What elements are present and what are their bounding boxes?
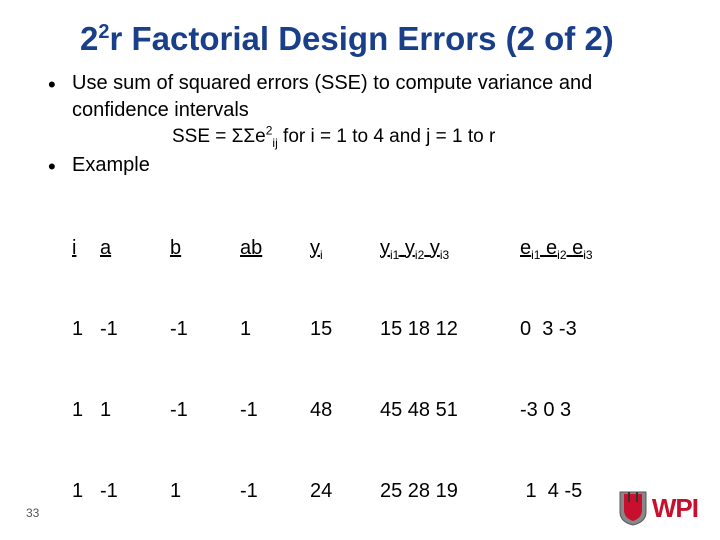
col-e: ei1 ei2 ei3 <box>520 235 660 262</box>
t: y <box>430 237 440 259</box>
col-ab: ab <box>240 235 310 262</box>
table-row: 1 -1 -1 1 15 15 18 12 0 3 -3 <box>72 316 690 343</box>
t: for i = 1 to 4 and j = 1 to r <box>278 126 496 147</box>
shield-icon <box>618 490 648 526</box>
logo-text: WPI <box>652 493 698 524</box>
cell: 1 <box>100 397 170 424</box>
cell: 48 <box>310 397 380 424</box>
t: i3 <box>583 248 592 262</box>
cell: 1 <box>72 316 100 343</box>
bullet-example: Example <box>40 152 690 179</box>
cell: 1 <box>72 478 100 505</box>
t: i <box>320 248 323 262</box>
cell: 1 <box>240 316 310 343</box>
col-i: i <box>72 235 100 262</box>
cell: 15 <box>310 316 380 343</box>
cell: -1 <box>170 397 240 424</box>
col-b: b <box>170 235 240 262</box>
t: e <box>520 237 531 259</box>
t: i1 <box>531 248 540 262</box>
t: i2 <box>557 248 566 262</box>
table-row: 1 1 -1 -1 48 45 48 51 -3 0 3 <box>72 397 690 424</box>
col-yi: yi1 yi2 yi3 <box>380 235 520 262</box>
col-y: yi <box>310 235 380 262</box>
text: Use sum of squared errors (SSE) to compu… <box>72 72 592 121</box>
slide: 22r Factorial Design Errors (2 of 2) Use… <box>0 0 720 540</box>
sse-formula: SSE = ΣΣe2ij for i = 1 to 4 and j = 1 to… <box>172 124 690 150</box>
bullet-list: Use sum of squared errors (SSE) to compu… <box>40 70 690 179</box>
title-pre: 2 <box>80 20 98 57</box>
t: y <box>405 237 415 259</box>
t: y <box>380 237 390 259</box>
cell: 24 <box>310 478 380 505</box>
t: i1 <box>390 248 399 262</box>
cell: 1 <box>170 478 240 505</box>
cell: -1 <box>100 478 170 505</box>
cell: 15 18 12 <box>380 316 520 343</box>
cell: 1 <box>72 397 100 424</box>
t: e <box>546 237 557 259</box>
t: i3 <box>440 248 449 262</box>
slide-body: Use sum of squared errors (SSE) to compu… <box>40 70 690 540</box>
cell: 45 48 51 <box>380 397 520 424</box>
table-header: i a b ab yi yi1 yi2 yi3 ei1 ei2 ei3 <box>72 235 690 262</box>
t: y <box>310 237 320 259</box>
page-number: 33 <box>26 506 39 520</box>
title-post: r Factorial Design Errors (2 of 2) <box>109 20 613 57</box>
cell: 25 28 19 <box>380 478 520 505</box>
t: e <box>572 237 583 259</box>
data-table: i a b ab yi yi1 yi2 yi3 ei1 ei2 ei3 1 -1… <box>72 181 690 540</box>
cell: -1 <box>170 316 240 343</box>
cell: 0 3 -3 <box>520 316 660 343</box>
title-sup: 2 <box>98 21 109 43</box>
page-title: 22r Factorial Design Errors (2 of 2) <box>80 20 690 58</box>
text: Example <box>72 154 150 176</box>
wpi-logo: WPI <box>618 490 698 526</box>
table-row: 1 -1 1 -1 24 25 28 19 1 4 -5 <box>72 478 690 505</box>
col-a: a <box>100 235 170 262</box>
t: SSE = <box>172 126 232 147</box>
t: i2 <box>415 248 424 262</box>
bullet-sse-intro: Use sum of squared errors (SSE) to compu… <box>40 70 690 150</box>
cell: -3 0 3 <box>520 397 660 424</box>
t: ΣΣe <box>232 126 266 147</box>
cell: -1 <box>100 316 170 343</box>
cell: -1 <box>240 478 310 505</box>
cell: -1 <box>240 397 310 424</box>
